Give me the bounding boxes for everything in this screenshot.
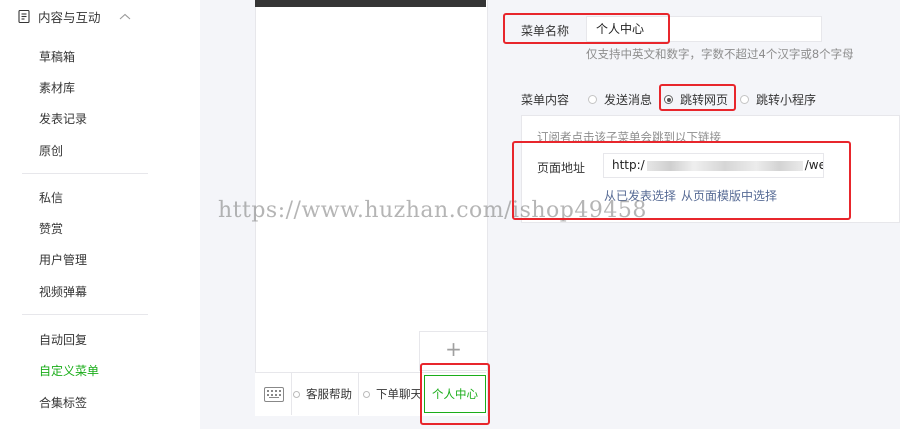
plus-icon: + [445, 337, 462, 361]
sidebar-item-library[interactable]: 素材库 [39, 79, 75, 96]
highlight-menu-tab [420, 363, 490, 425]
radio-label: 发送消息 [604, 93, 653, 107]
sidebar: 内容与互动 草稿箱 素材库 发表记录 原创 私信 赞赏 用户管理 视频弹幕 自动… [0, 0, 200, 429]
dot-icon [293, 390, 300, 398]
radio-circle-icon [588, 95, 597, 104]
sidebar-item-rewards[interactable]: 赞赏 [39, 220, 63, 237]
menu-separator [358, 373, 359, 415]
sidebar-section-title: 内容与互动 [38, 9, 101, 25]
keyboard-icon[interactable] [264, 387, 284, 402]
highlight-url-box [512, 141, 851, 220]
sidebar-item-drafts[interactable]: 草稿箱 [39, 48, 75, 65]
sidebar-item-users[interactable]: 用户管理 [39, 251, 87, 268]
sidebar-item-custom-menu[interactable]: 自定义菜单 [39, 362, 99, 379]
menu-tab-label: 客服帮助 [306, 387, 352, 401]
chevron-up-icon[interactable] [119, 11, 131, 21]
phone-header-bar [255, 0, 486, 7]
sidebar-section-header[interactable]: 内容与互动 [18, 6, 131, 26]
sidebar-item-collection-tags[interactable]: 合集标签 [39, 394, 87, 411]
radio-send-message[interactable]: 发送消息 [588, 91, 652, 108]
document-icon [18, 9, 30, 23]
sidebar-divider [22, 314, 148, 315]
sidebar-item-publish-history[interactable]: 发表记录 [39, 110, 87, 127]
menu-tab-order-chat[interactable]: 下单聊天 [363, 373, 422, 415]
menu-name-hint: 仅支持中英文和数字，字数不超过4个汉字或8个字母 [586, 47, 854, 61]
panel-pointer [496, 386, 505, 402]
dot-icon [363, 390, 370, 398]
sidebar-item-original[interactable]: 原创 [39, 142, 63, 159]
sidebar-item-auto-reply[interactable]: 自动回复 [39, 331, 87, 348]
highlight-webpage-option [659, 84, 736, 111]
menu-tab-label: 下单聊天 [376, 387, 422, 401]
radio-label: 跳转小程序 [756, 93, 817, 107]
menu-tab-customer-help[interactable]: 客服帮助 [293, 373, 352, 415]
menu-separator [291, 373, 292, 415]
radio-open-miniprogram[interactable]: 跳转小程序 [740, 91, 816, 108]
highlight-menu-name [503, 13, 670, 44]
radio-circle-icon [740, 95, 749, 104]
sidebar-item-messages[interactable]: 私信 [39, 189, 63, 206]
sidebar-item-danmaku[interactable]: 视频弹幕 [39, 283, 87, 300]
sidebar-divider [22, 173, 148, 174]
menu-content-label: 菜单内容 [521, 93, 570, 107]
